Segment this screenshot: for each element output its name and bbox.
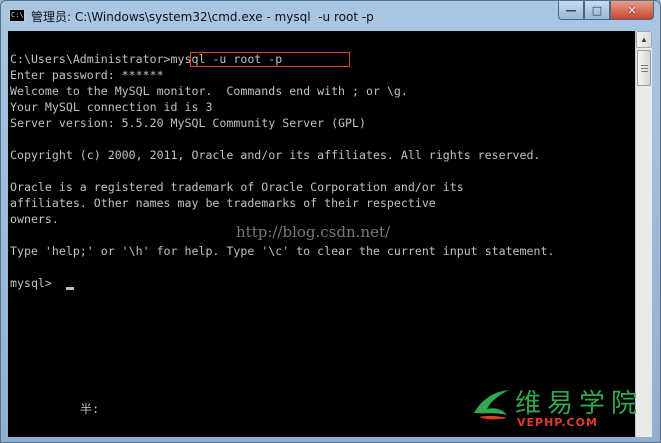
- swoosh-logo-icon: [474, 390, 509, 420]
- console-output[interactable]: C:\Users\Administrator>mysql -u root -p …: [8, 31, 635, 437]
- scrollbar-thumb[interactable]: [637, 50, 651, 86]
- ime-status: 半:: [80, 402, 100, 416]
- minimize-button[interactable]: —: [558, 1, 584, 20]
- url-watermark: http://blog.csdn.net/: [236, 223, 391, 241]
- console-line: Oracle is a registered trademark of Orac…: [10, 180, 464, 194]
- console-line: Welcome to the MySQL monitor. Commands e…: [10, 84, 408, 98]
- grip-line: [641, 65, 648, 66]
- logo-chinese-text: 维易学院: [515, 389, 644, 419]
- title-bar[interactable]: C:\ 管理员: C:\Windows\system32\cmd.exe - m…: [1, 1, 660, 31]
- scroll-up-arrow-icon[interactable]: ▲: [636, 31, 652, 48]
- console-line: affiliates. Other names may be trademark…: [10, 196, 436, 210]
- window-title: 管理员: C:\Windows\system32\cmd.exe - mysql…: [31, 10, 374, 24]
- console-line: Copyright (c) 2000, 2011, Oracle and/or …: [10, 148, 541, 162]
- console-line: Enter password: ******: [10, 68, 164, 82]
- console-line: owners.: [10, 212, 59, 226]
- command-highlight-box: [190, 52, 350, 67]
- grip-line: [641, 68, 648, 69]
- console-prompt: C:\Users\Administrator>: [10, 52, 171, 66]
- cmd-icon[interactable]: C:\: [9, 9, 25, 22]
- mysql-prompt-line: mysql>: [10, 276, 59, 290]
- vertical-scrollbar[interactable]: ▲: [635, 31, 652, 437]
- close-button[interactable]: ✕: [610, 1, 654, 20]
- maximize-button[interactable]: □: [584, 1, 610, 20]
- console-line: Server version: 5.5.20 MySQL Community S…: [10, 116, 366, 130]
- text-cursor: [66, 287, 74, 290]
- window-controls: — □ ✕: [558, 1, 654, 21]
- cmd-window: C:\ 管理员: C:\Windows\system32\cmd.exe - m…: [0, 0, 661, 443]
- window-frame-right: [652, 31, 660, 442]
- site-logo-watermark: 维易学院 VEPHP.COM: [471, 383, 651, 435]
- console-line: Type 'help;' or '\h' for help. Type '\c'…: [10, 244, 555, 258]
- logo-english-text: VEPHP.COM: [517, 416, 598, 429]
- grip-line: [641, 71, 648, 72]
- console-line: Your MySQL connection id is 3: [10, 100, 213, 114]
